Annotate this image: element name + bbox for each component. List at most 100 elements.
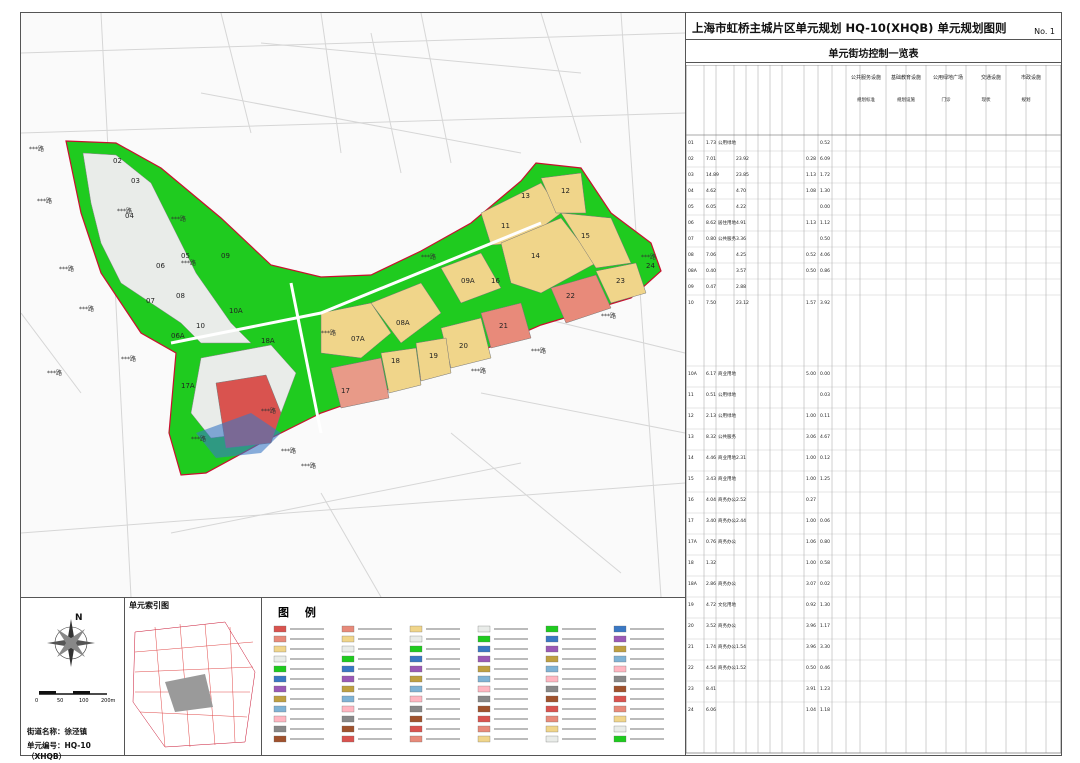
table-cell: 2.88 xyxy=(736,284,746,290)
legend-swatch xyxy=(409,725,423,733)
table-cell: 12 xyxy=(688,413,694,419)
table-cell: 0.51 xyxy=(706,392,716,398)
table-cell: 1.17 xyxy=(820,623,830,629)
legend-swatch xyxy=(409,645,423,653)
legend-swatch xyxy=(545,665,559,673)
road-label: ***路 xyxy=(29,145,44,153)
legend-swatch xyxy=(477,655,491,663)
legend-swatch xyxy=(273,625,287,633)
table-cell: 4.67 xyxy=(820,434,830,440)
legend-swatch xyxy=(409,705,423,713)
table-cell: 10 xyxy=(688,300,694,306)
legend-swatch xyxy=(545,685,559,693)
land-use-map[interactable]: 02 03 04 05 06 07 08 09 10 10A 06A 07A 08A 09A 11 12 13 1… xyxy=(21,13,686,598)
table-cell: 05 xyxy=(688,204,694,210)
table-cell: 3.07 xyxy=(806,581,816,587)
table-cell: 0.46 xyxy=(820,665,830,671)
table-sub-header: 门诊 xyxy=(942,96,951,103)
table-cell: 7.06 xyxy=(706,252,716,258)
legend-swatch xyxy=(477,715,491,723)
road-label: ***路 xyxy=(321,329,336,337)
scale-tick-label: 200m xyxy=(101,698,116,704)
road-label: ***路 xyxy=(261,407,276,415)
table-cell: 0.12 xyxy=(820,455,830,461)
legend-swatch xyxy=(273,695,287,703)
table-cell: 商业用地 xyxy=(718,475,736,482)
table-cell: 商务办公 xyxy=(718,664,736,671)
block-label: 08A xyxy=(396,319,410,327)
table-cell: 0.52 xyxy=(820,140,830,146)
legend-swatch xyxy=(341,715,355,723)
table-cell: 4.25 xyxy=(736,252,746,258)
table-cell: 商务办公 xyxy=(718,622,736,629)
table-cell: 4.22 xyxy=(736,204,746,210)
table-cell: 3.91 xyxy=(806,686,816,692)
subtitle-row: 单元街坊控制一览表 xyxy=(686,40,1061,63)
table-cell: 13 xyxy=(688,434,694,440)
table-cell: 0.50 xyxy=(806,665,816,671)
table-cell: 2.44 xyxy=(736,518,746,524)
table-cell: 1.73 xyxy=(706,140,716,146)
table-cell: 居住用地 xyxy=(718,219,736,226)
table-cell: 0.06 xyxy=(820,518,830,524)
table-cell: 02 xyxy=(688,156,694,162)
legend-swatch xyxy=(613,725,627,733)
legend-swatch xyxy=(273,735,287,743)
table-cell: 5.00 xyxy=(806,371,816,377)
table-cell: 17A xyxy=(688,539,698,545)
table-cell: 23.85 xyxy=(736,172,749,178)
road-label: ***路 xyxy=(601,312,616,320)
legend-swatch xyxy=(409,665,423,673)
legend-swatch xyxy=(545,715,559,723)
road-label: ***路 xyxy=(531,347,546,355)
legend-swatch xyxy=(477,665,491,673)
table-cell: 2.86 xyxy=(706,581,716,587)
table-cell: 4.70 xyxy=(736,188,746,194)
table-cell: 1.06 xyxy=(806,539,816,545)
table-cell: 0.50 xyxy=(806,268,816,274)
table-cell: 21 xyxy=(688,644,694,650)
table-cell: 1.72 xyxy=(820,172,830,178)
table-cell: 23.12 xyxy=(736,300,749,306)
table-cell: 3.36 xyxy=(736,236,746,242)
compass-panel: N 0 50 100 200m 街道名称：徐泾镇 单元编号：HQ-10（XHQB） xyxy=(21,598,125,761)
table-cell: 1.08 xyxy=(806,188,816,194)
table-cell: 11 xyxy=(688,392,694,398)
table-cell: 15 xyxy=(688,476,694,482)
road-label: ***路 xyxy=(471,367,486,375)
index-map xyxy=(132,621,256,748)
table-cell: 6.17 xyxy=(706,371,716,377)
table-cell: 4.91 xyxy=(736,220,746,226)
table-cell: 2.13 xyxy=(706,413,716,419)
legend-swatch xyxy=(409,685,423,693)
block-label: 19 xyxy=(429,352,438,360)
legend-swatch xyxy=(341,725,355,733)
table-cell: 23 xyxy=(688,686,694,692)
block-label: 23 xyxy=(616,277,625,285)
legend-swatch xyxy=(409,695,423,703)
sheet-number: No. 1 xyxy=(1034,27,1055,36)
block-label: 20 xyxy=(459,342,468,350)
legend-swatch xyxy=(273,675,287,683)
table-cell: 0.02 xyxy=(820,581,830,587)
block-label: 13 xyxy=(521,192,530,200)
table-sub-header: 规划 xyxy=(1022,96,1031,103)
legend-swatch xyxy=(409,715,423,723)
compass-north-label: N xyxy=(75,613,83,623)
block-label: 10 xyxy=(196,322,205,330)
table-cell: 文化用地 xyxy=(718,601,736,608)
legend-swatch xyxy=(613,645,627,653)
table-cell: 01 xyxy=(688,140,694,146)
title-row: 上海市虹桥主城片区单元规划 HQ-10(XHQB) 单元规划图则 No. 1 xyxy=(686,13,1061,40)
table-cell: 1.57 xyxy=(806,300,816,306)
legend-swatch xyxy=(341,625,355,633)
table-cell: 7.50 xyxy=(706,300,716,306)
legend-swatch xyxy=(273,665,287,673)
table-cell: 3.52 xyxy=(706,623,716,629)
legend-swatch xyxy=(341,665,355,673)
unit-number: 单元编号：HQ-10（XHQB） xyxy=(27,741,91,761)
table-cell: 0.50 xyxy=(820,236,830,242)
table-cell: 商业用地 xyxy=(718,454,736,461)
block-label: 07 xyxy=(146,297,155,305)
table-cell: 1.74 xyxy=(706,644,716,650)
